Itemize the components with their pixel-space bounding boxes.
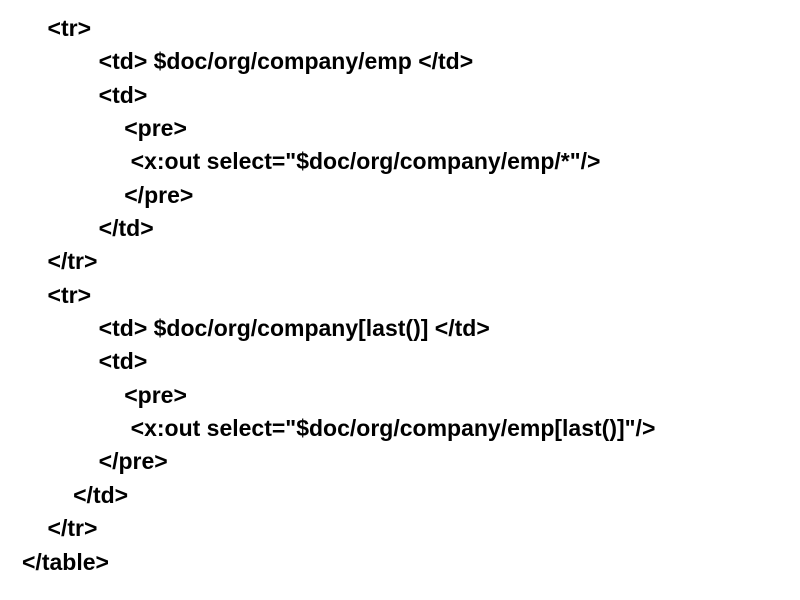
code-line: </pre> — [22, 445, 800, 478]
code-line: <td> $doc/org/company[last()] </td> — [22, 312, 800, 345]
code-line: <td> — [22, 79, 800, 112]
code-line: <td> — [22, 345, 800, 378]
code-line: </pre> — [22, 179, 800, 212]
code-line: <tr> — [22, 12, 800, 45]
code-line: <x:out select="$doc/org/company/emp[last… — [22, 412, 800, 445]
code-line: </table> — [22, 546, 800, 579]
code-line: </tr> — [22, 512, 800, 545]
code-line: </td> — [22, 479, 800, 512]
code-line: <pre> — [22, 112, 800, 145]
code-line: </tr> — [22, 245, 800, 278]
code-line: </td> — [22, 212, 800, 245]
code-block: <tr> <td> $doc/org/company/emp </td> <td… — [0, 0, 800, 579]
code-line: <pre> — [22, 379, 800, 412]
code-line: <x:out select="$doc/org/company/emp/*"/> — [22, 145, 800, 178]
code-line: <td> $doc/org/company/emp </td> — [22, 45, 800, 78]
code-line: <tr> — [22, 279, 800, 312]
